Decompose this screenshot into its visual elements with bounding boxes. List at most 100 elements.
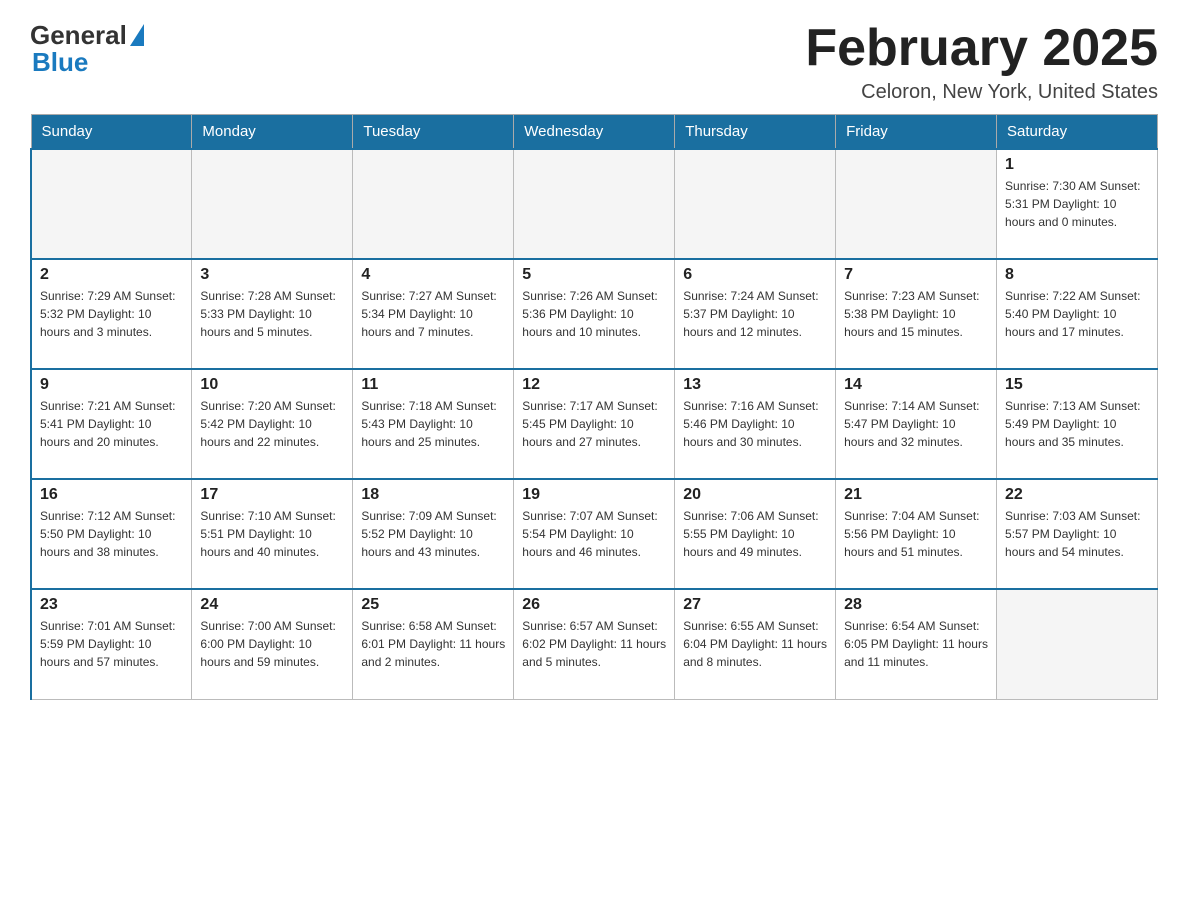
day-info: Sunrise: 7:29 AM Sunset: 5:32 PM Dayligh… bbox=[40, 287, 183, 341]
day-info: Sunrise: 7:01 AM Sunset: 5:59 PM Dayligh… bbox=[40, 617, 183, 671]
day-of-week-header: Friday bbox=[836, 115, 997, 150]
calendar-day-cell: 10Sunrise: 7:20 AM Sunset: 5:42 PM Dayli… bbox=[192, 369, 353, 479]
day-number: 11 bbox=[361, 376, 505, 394]
calendar-day-cell: 26 Sunrise: 6:57 AM Sunset: 6:02 PM Dayli… bbox=[514, 589, 675, 699]
calendar-day-cell: 16 Sunrise: 7:12 AM Sunset: 5:50 PM Dayli… bbox=[31, 479, 192, 589]
day-info: Sunrise: 7:21 AM Sunset: 5:41 PM Dayligh… bbox=[40, 397, 183, 451]
calendar-day-cell: 7Sunrise: 7:23 AM Sunset: 5:38 PM Daylig… bbox=[836, 259, 997, 369]
day-info: Sunrise: 6:58 AM Sunset: 6:01 PM Dayligh… bbox=[361, 617, 505, 671]
day-number: 15 bbox=[1005, 376, 1149, 394]
day-number: 24 bbox=[200, 596, 344, 614]
day-number: 3 bbox=[200, 266, 344, 284]
day-of-week-header: Wednesday bbox=[514, 115, 675, 150]
day-number: 1 bbox=[1005, 156, 1149, 174]
calendar-header-row: SundayMondayTuesdayWednesdayThursdayFrid… bbox=[31, 115, 1158, 150]
location-text: Celoron, New York, United States bbox=[805, 81, 1158, 104]
calendar-day-cell bbox=[31, 149, 192, 259]
day-number: 28 bbox=[844, 596, 988, 614]
calendar-week-row: 2Sunrise: 7:29 AM Sunset: 5:32 PM Daylig… bbox=[31, 259, 1158, 369]
day-info: Sunrise: 7:07 AM Sunset: 5:54 PM Dayligh… bbox=[522, 507, 666, 561]
day-number: 6 bbox=[683, 266, 827, 284]
calendar-day-cell: 4Sunrise: 7:27 AM Sunset: 5:34 PM Daylig… bbox=[353, 259, 514, 369]
day-info: Sunrise: 7:24 AM Sunset: 5:37 PM Dayligh… bbox=[683, 287, 827, 341]
day-info: Sunrise: 6:57 AM Sunset: 6:02 PM Dayligh… bbox=[522, 617, 666, 671]
day-info: Sunrise: 7:12 AM Sunset: 5:50 PM Dayligh… bbox=[40, 507, 183, 561]
calendar-day-cell: 6 Sunrise: 7:24 AM Sunset: 5:37 PM Daylig… bbox=[675, 259, 836, 369]
title-section: February 2025 Celoron, New York, United … bbox=[805, 20, 1158, 104]
calendar-day-cell: 20 Sunrise: 7:06 AM Sunset: 5:55 PM Dayli… bbox=[675, 479, 836, 589]
day-number: 12 bbox=[522, 376, 666, 394]
calendar-day-cell: 19Sunrise: 7:07 AM Sunset: 5:54 PM Dayli… bbox=[514, 479, 675, 589]
day-number: 9 bbox=[40, 376, 183, 394]
calendar-week-row: 1 Sunrise: 7:30 AM Sunset: 5:31 PM Daylig… bbox=[31, 149, 1158, 259]
day-number: 16 bbox=[40, 486, 183, 504]
calendar-day-cell: 9 Sunrise: 7:21 AM Sunset: 5:41 PM Daylig… bbox=[31, 369, 192, 479]
day-info: Sunrise: 7:30 AM Sunset: 5:31 PM Dayligh… bbox=[1005, 177, 1149, 231]
day-info: Sunrise: 7:28 AM Sunset: 5:33 PM Dayligh… bbox=[200, 287, 344, 341]
day-number: 13 bbox=[683, 376, 827, 394]
day-info: Sunrise: 7:04 AM Sunset: 5:56 PM Dayligh… bbox=[844, 507, 988, 561]
day-info: Sunrise: 6:55 AM Sunset: 6:04 PM Dayligh… bbox=[683, 617, 827, 671]
day-number: 26 bbox=[522, 596, 666, 614]
day-info: Sunrise: 6:54 AM Sunset: 6:05 PM Dayligh… bbox=[844, 617, 988, 671]
calendar-day-cell: 13 Sunrise: 7:16 AM Sunset: 5:46 PM Dayli… bbox=[675, 369, 836, 479]
day-info: Sunrise: 7:16 AM Sunset: 5:46 PM Dayligh… bbox=[683, 397, 827, 451]
calendar-day-cell: 21 Sunrise: 7:04 AM Sunset: 5:56 PM Dayli… bbox=[836, 479, 997, 589]
calendar-day-cell: 18Sunrise: 7:09 AM Sunset: 5:52 PM Dayli… bbox=[353, 479, 514, 589]
calendar-day-cell: 25 Sunrise: 6:58 AM Sunset: 6:01 PM Dayli… bbox=[353, 589, 514, 699]
day-number: 8 bbox=[1005, 266, 1149, 284]
day-info: Sunrise: 7:18 AM Sunset: 5:43 PM Dayligh… bbox=[361, 397, 505, 451]
day-info: Sunrise: 7:10 AM Sunset: 5:51 PM Dayligh… bbox=[200, 507, 344, 561]
day-number: 23 bbox=[40, 596, 183, 614]
calendar-day-cell: 2Sunrise: 7:29 AM Sunset: 5:32 PM Daylig… bbox=[31, 259, 192, 369]
page-header: General Blue February 2025 Celoron, New … bbox=[30, 20, 1158, 104]
calendar-day-cell: 12 Sunrise: 7:17 AM Sunset: 5:45 PM Dayli… bbox=[514, 369, 675, 479]
day-of-week-header: Saturday bbox=[997, 115, 1158, 150]
calendar-day-cell: 24 Sunrise: 7:00 AM Sunset: 6:00 PM Dayli… bbox=[192, 589, 353, 699]
day-info: Sunrise: 7:00 AM Sunset: 6:00 PM Dayligh… bbox=[200, 617, 344, 671]
calendar-day-cell: 17Sunrise: 7:10 AM Sunset: 5:51 PM Dayli… bbox=[192, 479, 353, 589]
day-info: Sunrise: 7:22 AM Sunset: 5:40 PM Dayligh… bbox=[1005, 287, 1149, 341]
calendar-day-cell bbox=[514, 149, 675, 259]
calendar-week-row: 9 Sunrise: 7:21 AM Sunset: 5:41 PM Daylig… bbox=[31, 369, 1158, 479]
calendar-week-row: 23 Sunrise: 7:01 AM Sunset: 5:59 PM Dayli… bbox=[31, 589, 1158, 699]
day-number: 25 bbox=[361, 596, 505, 614]
day-info: Sunrise: 7:20 AM Sunset: 5:42 PM Dayligh… bbox=[200, 397, 344, 451]
day-number: 14 bbox=[844, 376, 988, 394]
day-number: 22 bbox=[1005, 486, 1149, 504]
day-info: Sunrise: 7:13 AM Sunset: 5:49 PM Dayligh… bbox=[1005, 397, 1149, 451]
day-of-week-header: Sunday bbox=[31, 115, 192, 150]
day-number: 20 bbox=[683, 486, 827, 504]
day-of-week-header: Tuesday bbox=[353, 115, 514, 150]
calendar-day-cell: 23 Sunrise: 7:01 AM Sunset: 5:59 PM Dayli… bbox=[31, 589, 192, 699]
calendar-day-cell: 1 Sunrise: 7:30 AM Sunset: 5:31 PM Daylig… bbox=[997, 149, 1158, 259]
day-number: 21 bbox=[844, 486, 988, 504]
calendar-day-cell: 15 Sunrise: 7:13 AM Sunset: 5:49 PM Dayli… bbox=[997, 369, 1158, 479]
calendar-day-cell: 3 Sunrise: 7:28 AM Sunset: 5:33 PM Daylig… bbox=[192, 259, 353, 369]
month-title: February 2025 bbox=[805, 20, 1158, 77]
logo-triangle-icon bbox=[130, 24, 144, 46]
calendar-day-cell: 11 Sunrise: 7:18 AM Sunset: 5:43 PM Dayli… bbox=[353, 369, 514, 479]
day-info: Sunrise: 7:26 AM Sunset: 5:36 PM Dayligh… bbox=[522, 287, 666, 341]
day-number: 7 bbox=[844, 266, 988, 284]
day-info: Sunrise: 7:27 AM Sunset: 5:34 PM Dayligh… bbox=[361, 287, 505, 341]
calendar-day-cell bbox=[836, 149, 997, 259]
day-of-week-header: Monday bbox=[192, 115, 353, 150]
calendar-day-cell bbox=[675, 149, 836, 259]
calendar-day-cell: 28 Sunrise: 6:54 AM Sunset: 6:05 PM Dayli… bbox=[836, 589, 997, 699]
calendar-day-cell: 14 Sunrise: 7:14 AM Sunset: 5:47 PM Dayli… bbox=[836, 369, 997, 479]
day-number: 27 bbox=[683, 596, 827, 614]
day-info: Sunrise: 7:03 AM Sunset: 5:57 PM Dayligh… bbox=[1005, 507, 1149, 561]
calendar-day-cell bbox=[353, 149, 514, 259]
day-info: Sunrise: 7:17 AM Sunset: 5:45 PM Dayligh… bbox=[522, 397, 666, 451]
calendar-day-cell bbox=[997, 589, 1158, 699]
day-info: Sunrise: 7:14 AM Sunset: 5:47 PM Dayligh… bbox=[844, 397, 988, 451]
calendar-week-row: 16 Sunrise: 7:12 AM Sunset: 5:50 PM Dayli… bbox=[31, 479, 1158, 589]
logo-blue-text: Blue bbox=[32, 47, 88, 78]
day-number: 5 bbox=[522, 266, 666, 284]
calendar-day-cell: 22 Sunrise: 7:03 AM Sunset: 5:57 PM Dayli… bbox=[997, 479, 1158, 589]
calendar-day-cell: 8 Sunrise: 7:22 AM Sunset: 5:40 PM Daylig… bbox=[997, 259, 1158, 369]
day-of-week-header: Thursday bbox=[675, 115, 836, 150]
day-info: Sunrise: 7:06 AM Sunset: 5:55 PM Dayligh… bbox=[683, 507, 827, 561]
calendar-table: SundayMondayTuesdayWednesdayThursdayFrid… bbox=[30, 114, 1158, 700]
